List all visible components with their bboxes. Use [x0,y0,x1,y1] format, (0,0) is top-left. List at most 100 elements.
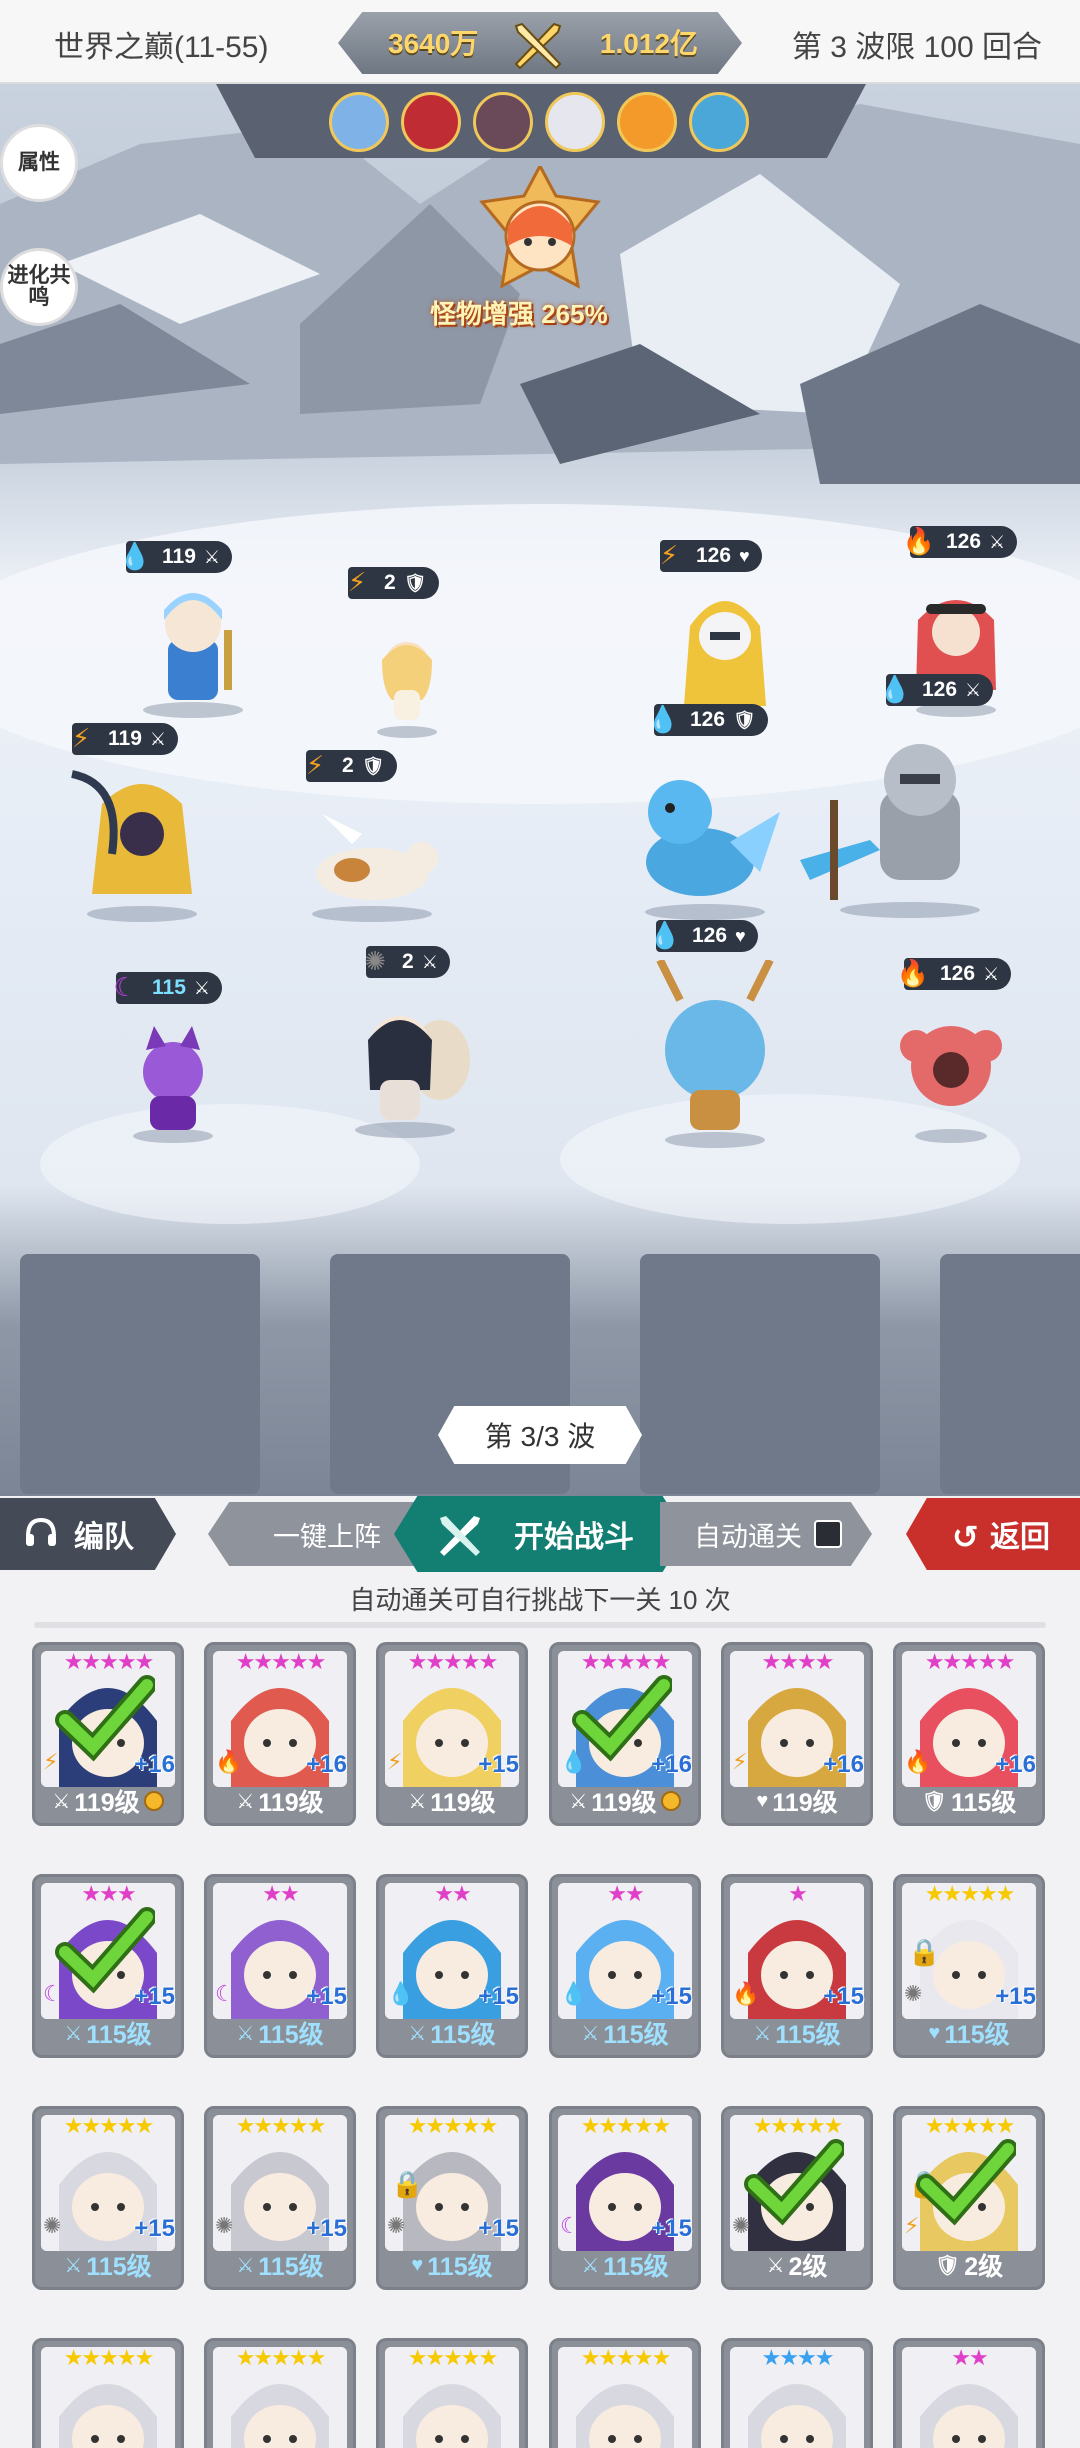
hero-card[interactable]: ★★ 💧 +15 ⚔ 115级 [549,1874,701,2058]
hero-card[interactable]: ★★★★★ 🔥 +16 ⚔ 119级 [204,1642,356,1826]
start-battle-button[interactable]: 开始战斗 [394,1496,686,1572]
hero-card[interactable]: ★★ 💧 +15 ⚔ 115级 [376,1874,528,2058]
badge-value: 126 [940,962,976,985]
hero-card[interactable]: ★★★★★ [32,2338,184,2448]
hero-level-text: 115级 [951,1789,1017,1817]
sword-class-icon: ⚔ [569,1790,588,1813]
thunder-element-icon: ⚡ [387,1749,403,1774]
hero-card[interactable]: ★★★ ☾ +15 ⚔ 115级 [32,1874,184,2058]
enemy-unit-red-flower-monster[interactable] [886,1006,1016,1146]
enemy-portrait[interactable] [473,92,533,152]
crossed-swords-icon [514,22,562,70]
hero-level: ♥ 115级 [385,2247,519,2283]
selected-check-icon [916,2139,1016,2226]
hero-level-text: 115级 [430,2021,496,2049]
return-arrow-icon: ↺ [952,1519,979,1555]
enemy-portrait[interactable] [617,92,677,152]
ally-unit-winged-horse[interactable] [292,804,452,924]
badge-value: 119 [108,727,142,750]
fire-element-icon: 🔥 [215,1749,243,1774]
sword-class-icon: ⚔ [421,951,438,972]
hero-level-text: 119级 [258,1789,324,1817]
enemy-unit-armored-knight[interactable] [790,730,1000,920]
selected-check-icon [55,1675,155,1762]
ally-level-badge: 💧 119 ⚔ [119,541,233,573]
hero-card[interactable]: ★★★★★ ✺ +15 ⚔ 115级 [32,2106,184,2290]
hero-level-text: 2级 [964,2253,1004,2281]
hero-card[interactable]: ★★★★★ 🔥 +16 🛡 115级 [893,1642,1045,1826]
fire-icon: 🔥 [902,525,936,556]
star-rating: ★★★★★ [63,2113,155,2138]
back-button[interactable]: ↺ 返回 [906,1498,1080,1570]
ally-unit-reaper[interactable] [62,764,222,924]
hero-card[interactable]: ★★★★★ ⚡ +16 ⚔ 119级 [32,1642,184,1826]
light-element-icon: ✺ [43,2213,62,2238]
hero-card[interactable]: ★★★★★ [549,2338,701,2448]
hero-level-text: 115级 [86,2021,152,2049]
lock-icon: 🔒 [391,2169,424,2199]
enemy-portrait[interactable] [689,92,749,152]
enemy-level-badge: 🔥 126 ⚔ [903,526,1018,558]
hero-card[interactable]: ★★ ☾ +15 ⚔ 115级 [204,1874,356,2058]
hero-level-text: 119级 [74,1789,140,1817]
star-rating: ★★★★★ [407,2345,499,2370]
monster-boost-label: 怪物增强 265% [430,299,608,329]
team-formation-button[interactable]: 编队 [0,1498,176,1570]
ally-level-badge: ✺ 2 ⚔ [364,946,450,978]
hero-card[interactable]: ★★★★ ⚡ +16 ♥ 119级 [721,1642,873,1826]
hero-card[interactable]: ★★★★★ ✺ +15 ⚔ 115级 [204,2106,356,2290]
enemy-unit-antler-beast[interactable] [630,960,800,1150]
wave-indicator: 第 3/3 波 [438,1406,642,1464]
hero-card[interactable]: ★ 🔥 +15 ⚔ 115级 [721,1874,873,2058]
sword-class-icon: ⚔ [581,2022,600,2045]
ally-unit-fairy[interactable] [362,620,452,740]
auto-clear-checkbox[interactable] [814,1520,842,1548]
light-element-icon: ✺ [904,1981,923,2006]
hero-level: ⚔ 115级 [41,2247,175,2283]
hero-card[interactable]: ★★★★★ ⚡ 🔒 🛡 2级 [893,2106,1045,2290]
hero-card[interactable]: ★★ [893,2338,1045,2448]
ally-unit-purple-cat[interactable] [118,1016,228,1146]
enemy-portrait[interactable] [401,92,461,152]
enemy-portrait[interactable] [545,92,605,152]
hero-card[interactable]: ★★★★★ ⚡ +15 ⚔ 119级 [376,1642,528,1826]
badge-value: 126 [692,924,728,947]
auto-clear-toggle[interactable]: 自动通关 [660,1502,872,1566]
team-formation-label: 编队 [74,1521,134,1554]
attribute-button[interactable]: 属性 [0,124,78,202]
water-drop-icon: 💧 [118,540,152,571]
hero-card[interactable]: ★★★★★ ✺ ⚔ 2级 [721,2106,873,2290]
badge-value: 126 [690,708,726,731]
enemy-portrait[interactable] [329,92,389,152]
enemy-unit-blue-dragon[interactable] [620,752,790,922]
star-rating: ★★ [434,1881,471,1906]
rock-pillar [940,1254,1080,1494]
sword-class-icon: ⚔ [52,1790,71,1813]
hero-card[interactable]: ★★★★★ 💧 +16 ⚔ 119级 [549,1642,701,1826]
hero-card[interactable]: ★★★★★ [204,2338,356,2448]
hero-card[interactable]: ★★★★★ [376,2338,528,2448]
hero-card[interactable]: ★★★★★ ☾ +15 ⚔ 115级 [549,2106,701,2290]
evolution-resonance-button[interactable]: 进化共鸣 [0,248,78,326]
hero-card[interactable]: ★★★★ [721,2338,873,2448]
hero-level-text: 119级 [772,1789,838,1817]
hero-card[interactable]: ★★★★★ ✺ +15 🔒 ♥ 115级 [376,2106,528,2290]
badge-value: 126 [696,544,732,567]
ally-level-badge: ⚡ 2 🛡 [348,567,439,599]
ally-unit-water-mage[interactable] [128,580,258,720]
quick-deploy-button[interactable]: 一键上阵 [208,1502,420,1566]
thunder-element-icon: ⚡ [732,1749,748,1774]
hero-level: 🛡 2级 [902,2247,1036,2283]
sword-class-icon: ⚔ [581,2254,600,2277]
ally-level-badge: ☾ 115 ⚔ [113,972,223,1004]
hero-card[interactable]: ★★★★★ ✺ +15 🔒 ♥ 115级 [893,1874,1045,2058]
thunder-icon: ⚡ [71,722,91,753]
hero-level-text: 115级 [603,2021,669,2049]
ally-unit-dark-haired-girl[interactable] [330,990,480,1140]
enhance-level: +16 [995,1751,1036,1778]
hero-level: ⚔ 119级 [558,1783,692,1819]
sword-class-icon: ⚔ [236,1790,255,1813]
fire-icon: 🔥 [896,957,930,988]
headset-icon [26,1517,56,1546]
star-rating: ★★ [607,1881,644,1906]
